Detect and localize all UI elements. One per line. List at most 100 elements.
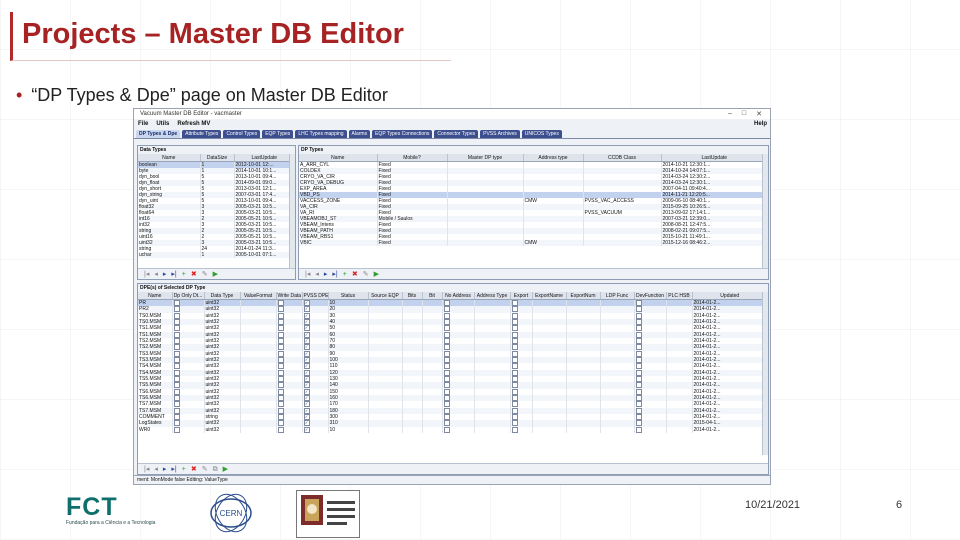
- edit-icon[interactable]: ✎: [363, 271, 369, 278]
- checkbox[interactable]: ✓: [303, 350, 310, 357]
- checkbox[interactable]: [443, 363, 450, 370]
- column-header[interactable]: Address Type: [474, 292, 511, 300]
- checkbox[interactable]: [635, 344, 642, 351]
- checkbox[interactable]: [277, 394, 284, 401]
- checkbox[interactable]: [635, 394, 642, 401]
- checkbox[interactable]: [173, 363, 180, 370]
- checkbox[interactable]: [277, 420, 284, 427]
- checkbox[interactable]: [635, 363, 642, 370]
- delete-icon[interactable]: ✖: [352, 271, 358, 278]
- checkbox[interactable]: [277, 369, 284, 376]
- menu-item-file[interactable]: File: [138, 121, 148, 127]
- checkbox[interactable]: ✓: [303, 369, 310, 376]
- checkbox[interactable]: [173, 306, 180, 313]
- checkbox[interactable]: [443, 394, 450, 401]
- checkbox[interactable]: [511, 312, 518, 319]
- checkbox[interactable]: [511, 356, 518, 363]
- checkbox[interactable]: [635, 356, 642, 363]
- column-header[interactable]: Name: [138, 292, 173, 300]
- table-row[interactable]: PR uint32 ✓ 10 2014-01-2...: [138, 299, 768, 307]
- checkbox[interactable]: [173, 356, 180, 363]
- column-header[interactable]: Write Data: [276, 292, 303, 300]
- checkbox[interactable]: [173, 369, 180, 376]
- checkbox[interactable]: [635, 312, 642, 319]
- checkbox[interactable]: [443, 306, 450, 313]
- column-header[interactable]: Name: [299, 154, 378, 162]
- tab-5[interactable]: Alarms: [348, 130, 371, 138]
- refresh-icon[interactable]: ▶: [223, 466, 228, 473]
- column-header[interactable]: Master DP type: [447, 154, 524, 162]
- checkbox[interactable]: [635, 337, 642, 344]
- checkbox[interactable]: [511, 369, 518, 376]
- first-icon[interactable]: |◂: [305, 271, 310, 278]
- tab-3[interactable]: EQP Types: [262, 130, 294, 138]
- checkbox[interactable]: [635, 318, 642, 325]
- column-header[interactable]: ExportNum: [566, 292, 601, 300]
- checkbox[interactable]: [173, 413, 180, 420]
- checkbox[interactable]: [277, 363, 284, 370]
- minimize-icon[interactable]: –: [728, 110, 732, 118]
- column-header[interactable]: No Address: [442, 292, 475, 300]
- column-header[interactable]: ValueFormat: [240, 292, 277, 300]
- checkbox[interactable]: [173, 388, 180, 395]
- dp-types-scrollbar[interactable]: [762, 154, 768, 269]
- checkbox[interactable]: [173, 401, 180, 408]
- checkbox[interactable]: [511, 306, 518, 313]
- next-icon[interactable]: ▸: [324, 271, 328, 278]
- column-header[interactable]: Dp Only Dt...: [172, 292, 205, 300]
- checkbox[interactable]: [443, 407, 450, 414]
- column-header[interactable]: Bit: [422, 292, 443, 300]
- checkbox[interactable]: [443, 401, 450, 408]
- checkbox[interactable]: [173, 344, 180, 351]
- add-icon[interactable]: +: [182, 271, 186, 278]
- column-header[interactable]: LastUpdate: [234, 154, 295, 162]
- checkbox[interactable]: ✓: [303, 318, 310, 325]
- delete-icon[interactable]: ✖: [191, 271, 197, 278]
- last-icon[interactable]: ▸|: [332, 271, 337, 278]
- tab-8[interactable]: PVSS Archives: [480, 130, 520, 138]
- checkbox[interactable]: [635, 407, 642, 414]
- checkbox[interactable]: ✓: [303, 426, 310, 433]
- checkbox[interactable]: ✓: [303, 325, 310, 332]
- checkbox[interactable]: [511, 382, 518, 389]
- checkbox[interactable]: [173, 337, 180, 344]
- checkbox[interactable]: [173, 382, 180, 389]
- next-icon[interactable]: ▸: [163, 271, 167, 278]
- checkbox[interactable]: [443, 426, 450, 433]
- column-header[interactable]: Bits: [402, 292, 423, 300]
- prev-icon[interactable]: ◂: [315, 271, 319, 278]
- checkbox[interactable]: ✓: [303, 394, 310, 401]
- column-header[interactable]: Name: [138, 154, 201, 162]
- checkbox[interactable]: [173, 318, 180, 325]
- checkbox[interactable]: [277, 388, 284, 395]
- column-header[interactable]: DevFunction: [634, 292, 667, 300]
- checkbox[interactable]: [277, 356, 284, 363]
- checkbox[interactable]: [173, 350, 180, 357]
- checkbox[interactable]: [511, 407, 518, 414]
- menu-item-utils[interactable]: Utils: [156, 121, 169, 127]
- checkbox[interactable]: [443, 413, 450, 420]
- checkbox[interactable]: ✓: [303, 388, 310, 395]
- checkbox[interactable]: ✓: [303, 344, 310, 351]
- checkbox[interactable]: [173, 300, 180, 306]
- checkbox[interactable]: [443, 312, 450, 319]
- first-icon[interactable]: |◂: [144, 466, 149, 473]
- tab-6[interactable]: EQP Types Connections: [372, 130, 433, 138]
- checkbox[interactable]: [173, 375, 180, 382]
- column-header[interactable]: ExportName: [532, 292, 567, 300]
- checkbox[interactable]: [511, 344, 518, 351]
- prev-icon[interactable]: ◂: [154, 466, 158, 473]
- menu-item-help[interactable]: Help: [754, 121, 770, 127]
- column-header[interactable]: Source EQP: [368, 292, 403, 300]
- checkbox[interactable]: ✓: [303, 331, 310, 338]
- checkbox[interactable]: [511, 401, 518, 408]
- checkbox[interactable]: [277, 350, 284, 357]
- checkbox[interactable]: [511, 331, 518, 338]
- checkbox[interactable]: [635, 420, 642, 427]
- checkbox[interactable]: [511, 426, 518, 433]
- checkbox[interactable]: [173, 331, 180, 338]
- checkbox[interactable]: [173, 407, 180, 414]
- tab-0[interactable]: DP Types & Dpe: [136, 130, 181, 138]
- checkbox[interactable]: [277, 312, 284, 319]
- checkbox[interactable]: ✓: [303, 300, 310, 306]
